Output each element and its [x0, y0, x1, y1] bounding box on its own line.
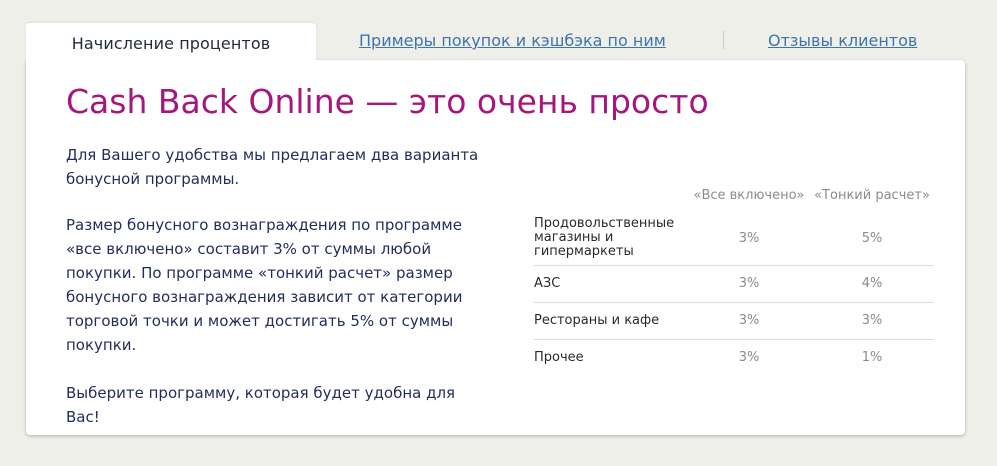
table-cell-fine-calc: 1%: [861, 350, 883, 366]
table-header-row: «Все включено» «Тонкий расчет»: [534, 188, 934, 212]
bonus-rates-table: «Все включено» «Тонкий расчет» Продоволь…: [534, 188, 934, 376]
table-cell-fine-calc: 3%: [810, 302, 934, 340]
table-cell-all-included: 3%: [738, 350, 760, 366]
tab-separator: [723, 31, 724, 49]
table-cell-category: Рестораны и кафе: [534, 302, 688, 340]
table-cell-all-included: 3%: [688, 302, 810, 340]
tab-bar: Начисление процентов Примеры покупок и к…: [26, 23, 971, 63]
table-cell-category: Прочее: [534, 349, 584, 365]
table-row: Продовольственные магазины и гипермаркет…: [534, 212, 934, 266]
table-row: АЗС 3% 4%: [534, 265, 934, 303]
call-to-action-text: Выберите программу, которая будет удобна…: [66, 384, 456, 426]
tab-purchase-examples[interactable]: Примеры покупок и кэшбэка по ним: [359, 31, 666, 50]
table-cell-fine-calc: 5%: [810, 212, 934, 266]
table-cell-all-included: 3%: [688, 265, 810, 303]
table-cell-category: Продовольственные магазины и гипермаркет…: [534, 212, 688, 266]
page-title: Cash Back Online — это очень просто: [66, 82, 709, 121]
table-cell-all-included: 3%: [688, 212, 810, 266]
tab-interest-accrual[interactable]: Начисление процентов: [26, 23, 316, 63]
tab-client-reviews[interactable]: Отзывы клиентов: [768, 31, 917, 50]
table-cell-category: АЗС: [534, 265, 688, 303]
intro-text: Для Вашего удобства мы предлагаем два ва…: [66, 146, 479, 188]
table-header-all-included: «Все включено»: [693, 188, 805, 203]
table-cell-fine-calc: 4%: [810, 265, 934, 303]
table-row: Прочее 3% 1%: [534, 339, 934, 376]
content-panel: Cash Back Online — это очень просто Для …: [26, 60, 965, 435]
table-row: Рестораны и кафе 3% 3%: [534, 302, 934, 340]
description-text: Размер бонусного вознаграждения по прогр…: [66, 216, 463, 354]
table-header-category: [534, 188, 688, 212]
table-header-fine-calc: «Тонкий расчет»: [814, 188, 930, 203]
